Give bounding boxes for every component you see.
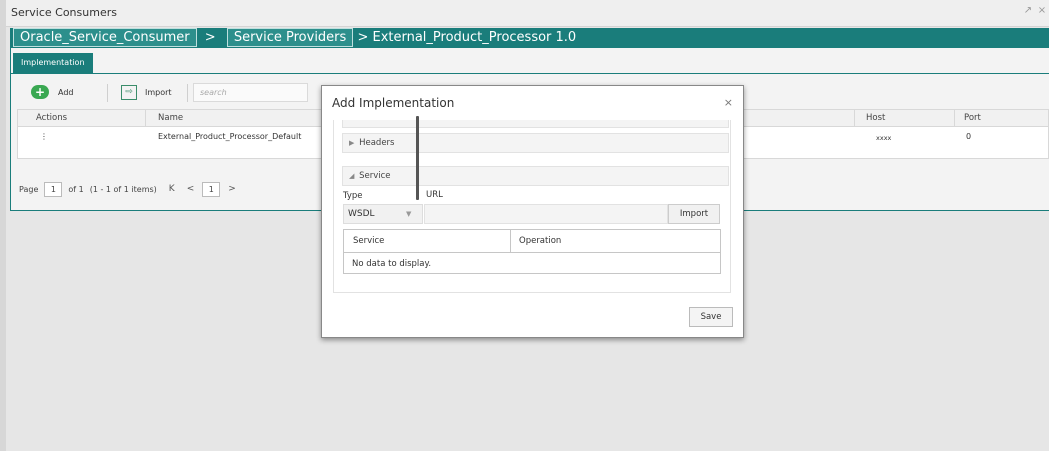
dialog-body: ▶ Headers ◢ Service Type URL WSDL ▼ Impo… bbox=[333, 120, 731, 293]
dialog-scrollbar[interactable] bbox=[416, 116, 419, 200]
collapsed-section-bar[interactable] bbox=[342, 120, 729, 128]
column-divider bbox=[854, 110, 855, 126]
type-label: Type bbox=[343, 191, 363, 201]
breadcrumb-oracle-service-consumer[interactable]: Oracle_Service_Consumer bbox=[13, 28, 197, 47]
service-table-header: Service Operation bbox=[344, 230, 720, 253]
column-header-host[interactable]: Host bbox=[866, 113, 885, 123]
window-controls: ↗ × bbox=[1021, 5, 1049, 16]
close-icon[interactable]: × bbox=[724, 96, 733, 109]
add-label: Add bbox=[58, 87, 74, 97]
row-host: xxxx bbox=[876, 134, 892, 142]
tab-implementation[interactable]: Implementation bbox=[13, 53, 93, 73]
column-header-service[interactable]: Service bbox=[353, 236, 384, 246]
url-import-button[interactable]: Import bbox=[668, 204, 720, 224]
save-button[interactable]: Save bbox=[689, 307, 733, 327]
pager-of-label: of 1 bbox=[68, 184, 84, 194]
import-label: Import bbox=[145, 88, 172, 97]
url-label: URL bbox=[426, 190, 443, 200]
toolbar-divider bbox=[107, 84, 108, 102]
pager-page-label: Page bbox=[19, 184, 39, 194]
column-header-port[interactable]: Port bbox=[964, 113, 981, 123]
pager-page-input[interactable]: 1 bbox=[44, 181, 63, 197]
column-divider bbox=[954, 110, 955, 126]
column-divider bbox=[145, 110, 146, 126]
window-title: Service Consumers bbox=[11, 6, 117, 19]
pager-current-page[interactable]: 1 bbox=[202, 181, 221, 197]
service-label: Service bbox=[359, 171, 391, 181]
breadcrumb: Oracle_Service_Consumer > Service Provid… bbox=[10, 28, 1049, 48]
pager-items-info: (1 - 1 of 1 items) bbox=[89, 184, 157, 194]
service-section[interactable]: ◢ Service bbox=[342, 166, 729, 186]
window-titlebar: Service Consumers ↗ × bbox=[6, 0, 1049, 27]
url-input[interactable] bbox=[424, 204, 668, 224]
headers-label: Headers bbox=[359, 138, 395, 148]
pager: Page 1 of 1 (1 - 1 of 1 items) K < 1 > bbox=[19, 179, 242, 199]
close-window-icon[interactable]: × bbox=[1035, 5, 1049, 16]
add-implementation-dialog: Add Implementation × ▶ Headers ◢ Service… bbox=[321, 85, 744, 338]
row-name: External_Product_Processor_Default bbox=[158, 132, 302, 141]
headers-section[interactable]: ▶ Headers bbox=[342, 133, 729, 153]
dialog-title: Add Implementation bbox=[332, 96, 455, 110]
plus-icon: + bbox=[31, 85, 49, 99]
service-operation-table: Service Operation No data to display. bbox=[343, 229, 721, 274]
search-input[interactable]: search bbox=[193, 83, 308, 102]
breadcrumb-separator: > bbox=[204, 30, 216, 45]
column-header-actions[interactable]: Actions bbox=[36, 113, 67, 123]
import-button[interactable]: ⇨ Import bbox=[121, 85, 172, 100]
toolbar-divider bbox=[187, 84, 188, 102]
chevron-down-icon: ▼ bbox=[406, 210, 412, 218]
column-header-name[interactable]: Name bbox=[158, 113, 183, 123]
row-port: 0 bbox=[966, 132, 972, 141]
import-icon: ⇨ bbox=[121, 85, 137, 100]
breadcrumb-service-providers[interactable]: Service Providers bbox=[226, 28, 354, 47]
row-actions-menu-icon[interactable]: ⋮ bbox=[40, 132, 48, 141]
prev-page-icon[interactable]: < bbox=[187, 184, 195, 194]
expand-icon[interactable]: ↗ bbox=[1021, 5, 1035, 16]
tab-strip: Implementation bbox=[11, 48, 1049, 74]
empty-table-message: No data to display. bbox=[352, 259, 432, 269]
column-divider bbox=[510, 230, 511, 252]
type-select[interactable]: WSDL ▼ bbox=[343, 204, 423, 224]
breadcrumb-current: > External_Product_Processor 1.0 bbox=[357, 30, 577, 45]
type-select-value: WSDL bbox=[348, 209, 375, 219]
first-page-icon[interactable]: K bbox=[169, 184, 175, 194]
caret-right-icon: ▶ bbox=[349, 139, 355, 147]
add-button[interactable]: + Add bbox=[31, 85, 74, 99]
column-header-operation[interactable]: Operation bbox=[519, 236, 561, 246]
caret-down-icon: ◢ bbox=[349, 172, 355, 180]
next-page-icon[interactable]: > bbox=[228, 184, 236, 194]
